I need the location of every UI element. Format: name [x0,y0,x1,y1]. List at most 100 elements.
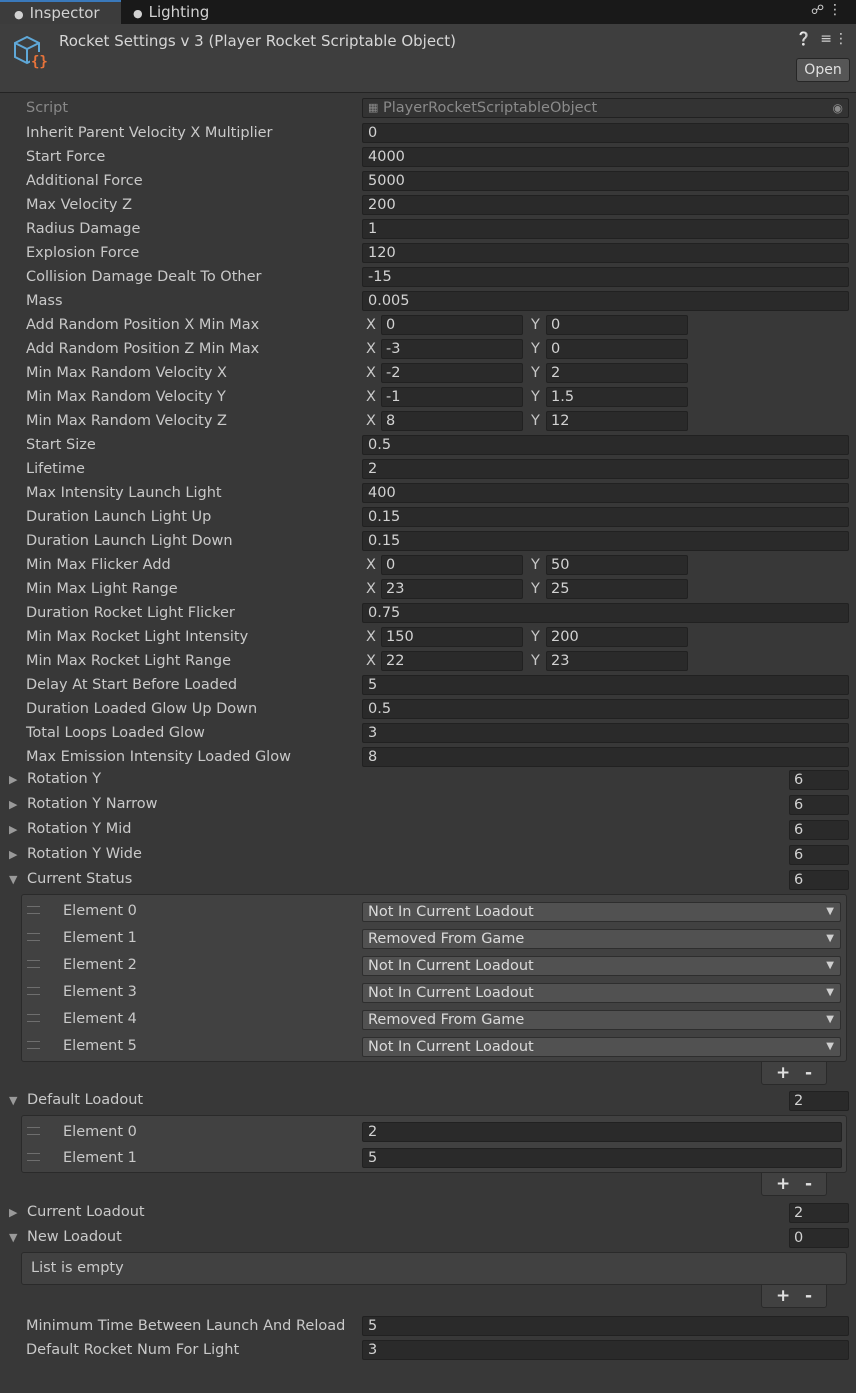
remove-element-button[interactable]: - [805,1285,812,1307]
drag-handle-icon[interactable] [27,1014,40,1022]
property-value-field[interactable]: 200 [362,195,849,215]
object-picker-icon[interactable]: ◉ [833,99,843,117]
lock-icon[interactable]: ☍ [811,3,824,18]
x-value-field[interactable]: -2 [381,363,523,383]
y-value-field[interactable]: 0 [546,315,688,335]
status-dropdown[interactable]: Not In Current Loadout ▼ [362,1037,841,1057]
y-value-field[interactable]: 50 [546,555,688,575]
rotation-y-wide-size-field[interactable]: 6 [789,845,849,865]
foldout-arrow-down-icon[interactable]: ▼ [9,1088,17,1113]
list-item[interactable]: Element 4 Removed From Game ▼ [22,1006,846,1033]
x-value-field[interactable]: 22 [381,651,523,671]
drag-handle-icon[interactable] [27,1153,40,1161]
element-value-field[interactable]: 5 [362,1148,842,1168]
tab-inspector[interactable]: ● Inspector [0,0,121,24]
y-value-field[interactable]: 12 [546,411,688,431]
property-value-field[interactable]: 120 [362,243,849,263]
rotation-y-mid-foldout[interactable]: ▶ Rotation Y Mid 6 [0,817,856,842]
y-value-field[interactable]: 25 [546,579,688,599]
drag-handle-icon[interactable] [27,987,40,995]
property-value-field[interactable]: 3 [362,1340,849,1360]
list-item[interactable]: Element 0 2 [22,1119,846,1145]
list-item[interactable]: Element 1 Removed From Game ▼ [22,925,846,952]
foldout-arrow-right-icon[interactable]: ▶ [9,792,17,817]
x-value-field[interactable]: -1 [381,387,523,407]
rotation-y-narrow-foldout[interactable]: ▶ Rotation Y Narrow 6 [0,792,856,817]
y-value-field[interactable]: 2 [546,363,688,383]
drag-handle-icon[interactable] [27,1041,40,1049]
help-icon[interactable]: ❔ [796,32,812,47]
property-value-field[interactable]: 0.5 [362,435,849,455]
element-value-field[interactable]: 2 [362,1122,842,1142]
list-item[interactable]: Element 5 Not In Current Loadout ▼ [22,1033,846,1060]
drag-handle-icon[interactable] [27,906,40,914]
add-element-button[interactable]: + [776,1173,790,1195]
default-loadout-foldout[interactable]: ▼ Default Loadout 2 [0,1088,856,1113]
status-dropdown[interactable]: Not In Current Loadout ▼ [362,902,841,922]
status-dropdown[interactable]: Not In Current Loadout ▼ [362,983,841,1003]
property-value-field[interactable]: 3 [362,723,849,743]
status-dropdown[interactable]: Not In Current Loadout ▼ [362,956,841,976]
property-value-field[interactable]: 0.5 [362,699,849,719]
property-value-field[interactable]: 2 [362,459,849,479]
property-value-field[interactable]: 0.15 [362,507,849,527]
rotation-y-wide-foldout[interactable]: ▶ Rotation Y Wide 6 [0,842,856,867]
property-value-field[interactable]: 0.75 [362,603,849,623]
script-field[interactable]: ▦ PlayerRocketScriptableObject ◉ [362,98,849,118]
x-value-field[interactable]: 150 [381,627,523,647]
property-value-field[interactable]: -15 [362,267,849,287]
foldout-arrow-right-icon[interactable]: ▶ [9,842,17,867]
current-status-size-field[interactable]: 6 [789,870,849,890]
property-value-field[interactable]: 0.005 [362,291,849,311]
status-dropdown[interactable]: Removed From Game ▼ [362,1010,841,1030]
property-value-field[interactable]: 5000 [362,171,849,191]
property-value-field[interactable]: 5 [362,675,849,695]
add-element-button[interactable]: + [776,1062,790,1084]
default-loadout-size-field[interactable]: 2 [789,1091,849,1111]
list-item[interactable]: Element 3 Not In Current Loadout ▼ [22,979,846,1006]
current-loadout-size-field[interactable]: 2 [789,1203,849,1223]
foldout-arrow-right-icon[interactable]: ▶ [9,817,17,842]
x-value-field[interactable]: 23 [381,579,523,599]
x-value-field[interactable]: 0 [381,555,523,575]
header-kebab-icon[interactable]: ⋮ [834,31,848,47]
remove-element-button[interactable]: - [805,1062,812,1084]
x-value-field[interactable]: 0 [381,315,523,335]
new-loadout-foldout[interactable]: ▼ New Loadout 0 [0,1225,856,1250]
foldout-arrow-right-icon[interactable]: ▶ [9,1200,17,1225]
foldout-arrow-right-icon[interactable]: ▶ [9,767,17,792]
foldout-arrow-down-icon[interactable]: ▼ [9,867,17,892]
rotation-y-narrow-size-field[interactable]: 6 [789,795,849,815]
y-value-field[interactable]: 200 [546,627,688,647]
y-value-field[interactable]: 0 [546,339,688,359]
drag-handle-icon[interactable] [27,1127,40,1135]
property-value-field[interactable]: 400 [362,483,849,503]
preset-icon[interactable]: ≡ [820,31,832,47]
y-value-field[interactable]: 1.5 [546,387,688,407]
new-loadout-size-field[interactable]: 0 [789,1228,849,1248]
kebab-menu-icon[interactable]: ⋮ [828,2,842,18]
open-button[interactable]: Open [796,58,850,82]
list-item[interactable]: Element 1 5 [22,1145,846,1171]
property-value-field[interactable]: 8 [362,747,849,767]
remove-element-button[interactable]: - [805,1173,812,1195]
property-value-field[interactable]: 0.15 [362,531,849,551]
rotation-y-foldout[interactable]: ▶ Rotation Y 6 [0,767,856,792]
property-value-field[interactable]: 5 [362,1316,849,1336]
x-value-field[interactable]: -3 [381,339,523,359]
current-loadout-foldout[interactable]: ▶ Current Loadout 2 [0,1200,856,1225]
property-value-field[interactable]: 0 [362,123,849,143]
status-dropdown[interactable]: Removed From Game ▼ [362,929,841,949]
property-value-field[interactable]: 4000 [362,147,849,167]
current-status-foldout[interactable]: ▼ Current Status 6 [0,867,856,892]
foldout-arrow-down-icon[interactable]: ▼ [9,1225,17,1250]
drag-handle-icon[interactable] [27,960,40,968]
property-value-field[interactable]: 1 [362,219,849,239]
y-value-field[interactable]: 23 [546,651,688,671]
rotation-y-size-field[interactable]: 6 [789,770,849,790]
add-element-button[interactable]: + [776,1285,790,1307]
x-value-field[interactable]: 8 [381,411,523,431]
drag-handle-icon[interactable] [27,933,40,941]
list-item[interactable]: Element 0 Not In Current Loadout ▼ [22,898,846,925]
tab-lighting[interactable]: ● Lighting [133,0,209,24]
